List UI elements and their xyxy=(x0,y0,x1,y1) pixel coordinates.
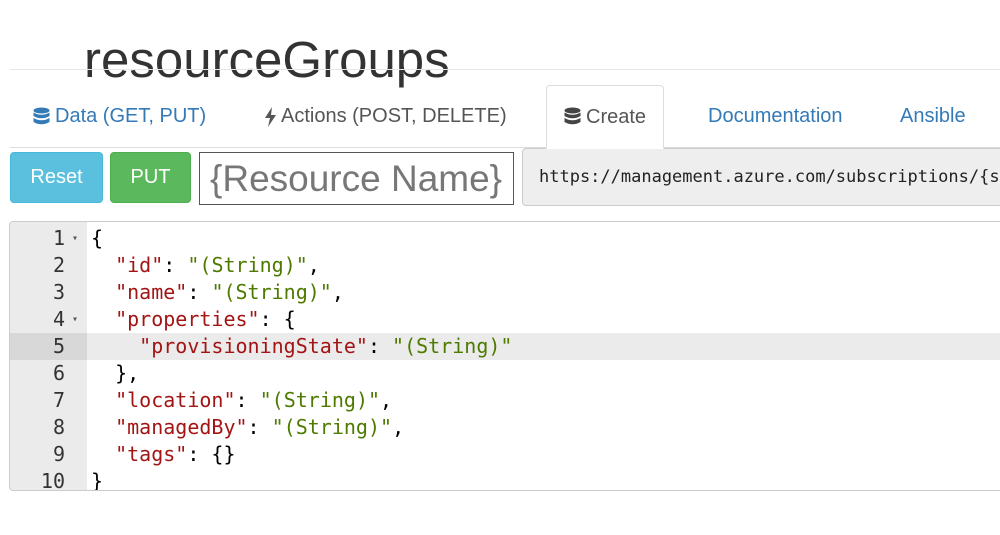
request-url[interactable]: https://management.azure.com/subscriptio… xyxy=(522,148,1000,206)
code-line[interactable]: 4 ▾ "properties": { xyxy=(10,306,1000,333)
code-text: { xyxy=(91,225,103,252)
json-punctuation: : xyxy=(247,415,272,439)
json-punctuation: , xyxy=(392,415,405,439)
title-divider xyxy=(10,69,1000,70)
code-text: "properties": { xyxy=(91,306,296,333)
database-icon xyxy=(564,107,581,127)
json-string: "(String)" xyxy=(187,253,308,277)
json-punctuation: : { xyxy=(259,307,296,331)
line-number: 8 xyxy=(52,415,65,439)
tab-actions[interactable]: Actions (POST, DELETE) xyxy=(248,85,524,148)
tab-ansible-label: Ansible xyxy=(900,105,966,127)
line-number: 5 xyxy=(10,333,87,360)
tab-actions-label: Actions (POST, DELETE) xyxy=(281,105,507,127)
line-number: 9 xyxy=(52,442,65,466)
json-punctuation: : xyxy=(235,388,260,412)
code-line[interactable]: 8 "managedBy": "(String)", xyxy=(10,414,1000,441)
json-string: "(String)" xyxy=(392,334,513,358)
code-line[interactable]: 6 }, xyxy=(10,360,1000,387)
line-number: 3 xyxy=(52,280,65,304)
json-punctuation: , xyxy=(380,388,393,412)
tab-data[interactable]: Data (GET, PUT) xyxy=(16,85,223,148)
json-punctuation xyxy=(91,253,115,277)
put-button[interactable]: PUT xyxy=(110,152,191,203)
resource-name-input[interactable] xyxy=(199,152,514,205)
json-key: "provisioningState" xyxy=(139,334,368,358)
json-punctuation: : xyxy=(187,280,212,304)
json-key: "tags" xyxy=(115,442,188,466)
code-text: "location": "(String)", xyxy=(91,387,392,414)
json-string: "(String)" xyxy=(211,280,332,304)
fold-toggle-icon[interactable]: ▾ xyxy=(72,225,78,252)
code-text: }, xyxy=(91,360,139,387)
json-punctuation xyxy=(91,307,115,331)
json-key: "name" xyxy=(115,280,188,304)
request-toolbar: Reset PUT https://management.azure.com/s… xyxy=(10,148,1000,206)
fold-toggle-icon[interactable]: ▾ xyxy=(72,306,78,333)
tab-ansible[interactable]: Ansible xyxy=(883,85,983,148)
code-line[interactable]: 5 "provisioningState": "(String)" xyxy=(10,333,1000,360)
json-key: "location" xyxy=(115,388,236,412)
json-punctuation: : xyxy=(367,334,393,358)
json-key: "managedBy" xyxy=(115,415,248,439)
tab-bar: Data (GET, PUT) Actions (POST, DELETE) C… xyxy=(10,85,1000,149)
reset-button[interactable]: Reset xyxy=(10,152,103,203)
code-text: "managedBy": "(String)", xyxy=(91,414,404,441)
code-text: "id": "(String)", xyxy=(91,252,320,279)
json-punctuation: } xyxy=(91,469,104,491)
bolt-icon xyxy=(265,106,276,127)
json-punctuation: { xyxy=(91,226,104,250)
database-icon xyxy=(33,107,50,127)
code-line[interactable]: 3 "name": "(String)", xyxy=(10,279,1000,306)
json-key: "id" xyxy=(115,253,164,277)
json-punctuation: }, xyxy=(91,361,140,385)
code-line[interactable]: 7 "location": "(String)", xyxy=(10,387,1000,414)
code-line[interactable]: 10} xyxy=(10,468,1000,491)
json-string: "(String)" xyxy=(259,388,381,412)
code-text: } xyxy=(91,468,104,491)
tab-data-label: Data (GET, PUT) xyxy=(55,105,207,127)
tab-documentation[interactable]: Documentation xyxy=(691,85,860,148)
code-line[interactable]: 2 "id": "(String)", xyxy=(10,252,1000,279)
line-number: 2 xyxy=(52,253,65,277)
code-text: "name": "(String)", xyxy=(91,279,344,306)
page-title: resourceGroups xyxy=(84,31,450,89)
json-key: "properties" xyxy=(115,307,260,331)
json-punctuation: , xyxy=(307,253,320,277)
tab-create[interactable]: Create xyxy=(546,85,665,149)
json-editor[interactable]: 1 ▾{2 "id": "(String)", 3 "name": "(String… xyxy=(9,221,1000,491)
tab-documentation-label: Documentation xyxy=(708,105,843,127)
json-punctuation xyxy=(91,388,115,412)
code-text: "provisioningState": "(String)" xyxy=(91,333,512,360)
json-punctuation: : {} xyxy=(187,442,236,466)
json-punctuation: : xyxy=(163,253,188,277)
line-number: 10 xyxy=(40,469,65,491)
line-number: 6 xyxy=(52,361,65,385)
line-number: 7 xyxy=(52,388,65,412)
code-text: "tags": {} xyxy=(91,441,236,468)
json-punctuation xyxy=(91,415,115,439)
json-string: "(String)" xyxy=(271,415,393,439)
json-punctuation xyxy=(91,334,139,358)
code-line[interactable]: 9 "tags": {} xyxy=(10,441,1000,468)
tab-create-label: Create xyxy=(586,105,647,128)
json-punctuation xyxy=(91,442,115,466)
json-punctuation: , xyxy=(331,280,344,304)
json-punctuation xyxy=(91,280,115,304)
code-line[interactable]: 1 ▾{ xyxy=(10,225,1000,252)
